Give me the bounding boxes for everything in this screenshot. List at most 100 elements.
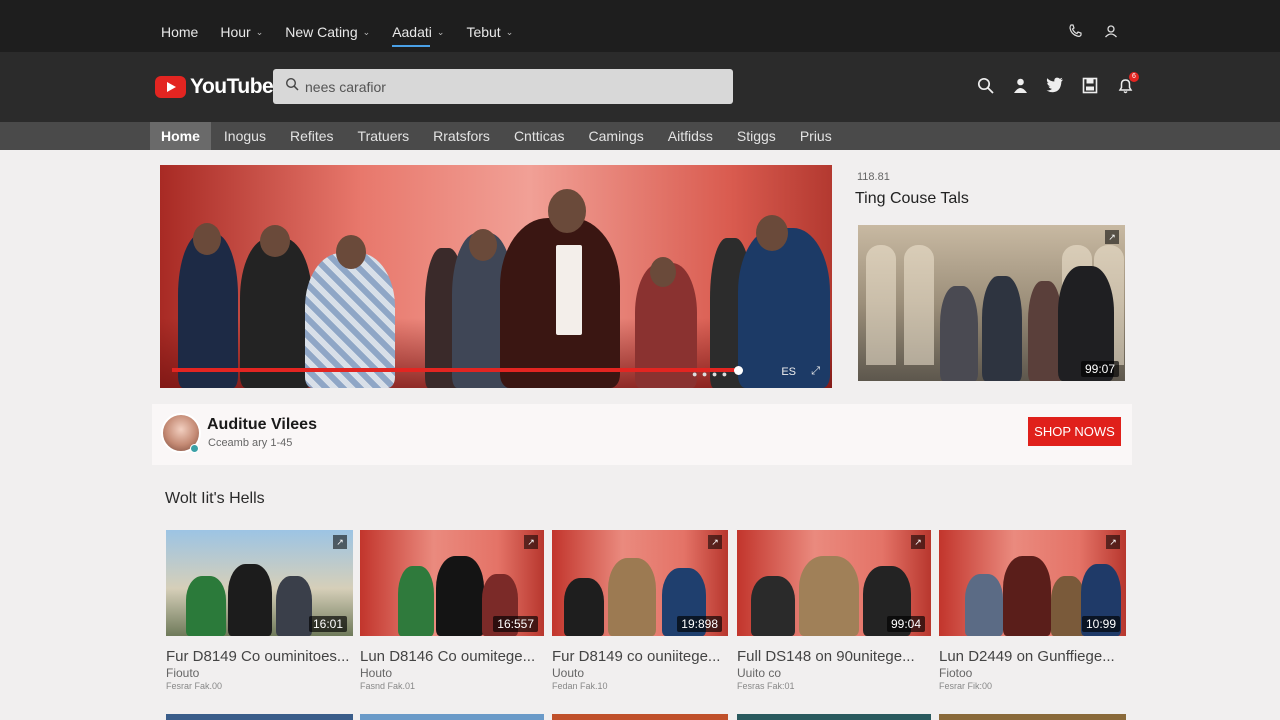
video-thumbnail[interactable]: ↗ 10:99 [939,530,1126,636]
video-duration: 10:99 [1081,616,1120,632]
side-video-meta: 118.81 [857,171,890,183]
channel-bar: Auditue Vilees Cceamb ary 1-45 SHOP NOWS [152,404,1132,465]
video-figure-shirt [556,245,582,335]
thumb-figure [276,576,312,636]
video-figure-head [469,229,497,261]
thumb-figure [398,566,434,636]
expand-icon[interactable]: ↗ [524,535,538,549]
hero-video-player[interactable]: ● ● ● ● ES ⤢ [160,165,832,388]
top-nav-hour-label: Hour [220,24,251,40]
video-card[interactable]: ↗ 99:04 Full DS148 on 90unitege... Uuito… [737,530,931,691]
thumb-figure [228,564,272,636]
top-nav-hour[interactable]: Hour ⌄ [220,24,263,40]
next-row-thumbnail[interactable] [166,714,353,720]
video-title[interactable]: Lun D2449 on Gunffiege... [939,648,1126,665]
video-duration: 99:07 [1080,361,1119,377]
tab-tratuers[interactable]: Tratuers [347,122,421,150]
expand-icon[interactable]: ↗ [333,535,347,549]
video-card[interactable]: ↗ 16:557 Lun D8146 Co oumitege... Houto … [360,530,544,691]
thumb-figure [1003,556,1051,636]
captions-icon[interactable]: ES [781,366,796,378]
more-dots-icon[interactable]: ● ● ● ● [692,369,728,379]
top-nav-aadati-label: Aadati [392,24,432,40]
tab-cntticas[interactable]: Cntticas [503,122,576,150]
top-nav-links: Home Hour ⌄ New Cating ⌄ Aadati ⌄ Tebut ⌄ [161,24,513,47]
channel-subtitle: Cceamb ary 1-45 [208,437,293,449]
top-nav-new-cating-label: New Cating [285,24,358,40]
video-thumbnail[interactable]: ↗ 19:898 [552,530,728,636]
video-meta: Fedan Fak.10 [552,681,608,691]
expand-icon[interactable]: ↗ [911,535,925,549]
video-card[interactable]: ↗ 16:01 Fur D8149 Co ouminitoes... Fiout… [166,530,353,691]
thumb-figure [965,574,1003,636]
video-title[interactable]: Full DS148 on 90unitege... [737,648,931,665]
tab-rratsfors[interactable]: Rratsfors [422,122,501,150]
side-video-title[interactable]: Ting Couse Tals [855,190,969,208]
header-actions: 6 [976,72,1139,94]
top-nav-new-cating[interactable]: New Cating ⌄ [285,24,370,40]
tab-stiggs[interactable]: Stiggs [726,122,787,150]
user-icon[interactable] [1102,22,1120,40]
video-title[interactable]: Fur D8149 co ouniitege... [552,648,728,665]
video-channel[interactable]: Uouto [552,666,728,680]
top-nav-tebut[interactable]: Tebut ⌄ [466,24,513,40]
thumb-figure [940,286,978,381]
tab-prius[interactable]: Prius [789,122,843,150]
video-card[interactable]: ↗ 19:898 Fur D8149 co ouniitege... Uouto… [552,530,728,691]
expand-icon[interactable]: ↗ [708,535,722,549]
video-figure-head [548,189,586,233]
section-title: Wolt Iit's Hells [165,490,265,507]
video-channel[interactable]: Fiotoo [939,666,1126,680]
video-card[interactable]: ↗ 10:99 Lun D2449 on Gunffiege... Fiotoo… [939,530,1126,691]
video-figure-head [756,215,788,251]
tab-camings[interactable]: Camings [578,122,655,150]
notification-icon[interactable]: 6 [1116,72,1139,94]
search-input[interactable] [305,78,705,95]
category-bar: Home Inogus Refites Tratuers Rratsfors C… [0,122,1280,150]
tab-home[interactable]: Home [150,122,211,150]
video-thumbnail[interactable]: ↗ 99:04 [737,530,931,636]
tab-inogus[interactable]: Inogus [213,122,277,150]
expand-icon[interactable]: ↗ [1106,535,1120,549]
twitter-icon[interactable] [1046,76,1064,94]
top-navigation: Home Hour ⌄ New Cating ⌄ Aadati ⌄ Tebut ⌄ [0,0,1280,52]
tab-aitfidss[interactable]: Aitfidss [657,122,724,150]
thumb-figure [186,576,226,636]
channel-name[interactable]: Auditue Vilees [207,416,317,434]
video-meta: Fesrar Fik:00 [939,681,993,691]
expand-icon[interactable]: ↗ [1105,230,1119,244]
next-row-thumbnail[interactable] [737,714,931,720]
top-nav-aadati[interactable]: Aadati ⌄ [392,24,444,47]
video-meta: Fesrar Fak.00 [166,681,223,691]
search-icon[interactable] [976,76,994,94]
thumb-arch [904,245,934,365]
video-channel[interactable]: Uuito co [737,666,931,680]
side-video-thumbnail[interactable]: ↗ 99:07 [858,225,1125,381]
progress-scrubber[interactable] [734,366,743,375]
video-progress-bar[interactable] [172,368,738,372]
next-row-thumbnail[interactable] [552,714,728,720]
next-row-thumbnail[interactable] [939,714,1126,720]
people-icon[interactable] [1011,76,1029,94]
youtube-logo[interactable]: YouTube [155,75,274,99]
thumb-figure [436,556,484,636]
fullscreen-icon[interactable]: ⤢ [811,365,820,378]
video-channel[interactable]: Fiouto [166,666,353,680]
search-box[interactable] [273,69,733,104]
video-channel[interactable]: Houto [360,666,544,680]
video-thumbnail[interactable]: ↗ 16:01 [166,530,353,636]
phone-icon[interactable] [1066,22,1084,40]
save-icon[interactable] [1081,76,1099,94]
tab-refites[interactable]: Refites [279,122,345,150]
top-nav-home[interactable]: Home [161,24,198,40]
video-thumbnail[interactable]: ↗ 16:557 [360,530,544,636]
chevron-down-icon: ⌄ [505,26,514,37]
search-icon [285,77,299,96]
shop-now-button[interactable]: SHOP NOWS [1028,417,1121,446]
chevron-down-icon: ⌄ [362,26,371,37]
video-title[interactable]: Lun D8146 Co oumitege... [360,648,544,665]
next-row-thumbnail[interactable] [360,714,544,720]
video-figure-head [650,257,676,287]
video-figure [240,238,312,388]
video-title[interactable]: Fur D8149 Co ouminitoes... [166,648,353,665]
